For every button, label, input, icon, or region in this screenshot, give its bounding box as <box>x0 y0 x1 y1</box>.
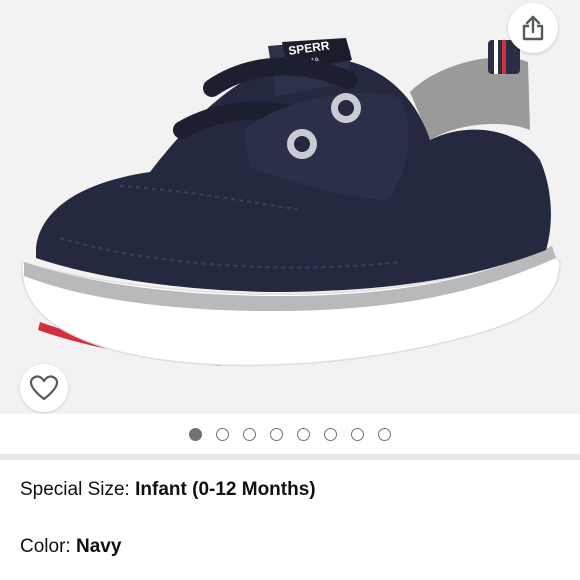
section-divider <box>0 454 580 460</box>
share-icon <box>522 15 544 41</box>
carousel-dot-1[interactable] <box>189 427 202 441</box>
carousel-dot-3[interactable] <box>243 427 256 441</box>
product-image-area[interactable]: SPERR Since 19 <box>0 0 580 414</box>
color-value: Navy <box>75 536 122 557</box>
heel-tab-stripe <box>494 40 498 74</box>
product-image[interactable]: SPERR Since 19 <box>0 0 580 414</box>
size-label: Special Size: <box>20 479 136 500</box>
carousel-dot-6[interactable] <box>324 427 337 441</box>
favorite-button[interactable] <box>20 364 68 412</box>
heart-icon <box>29 375 59 401</box>
image-carousel-dots <box>0 414 580 454</box>
size-value: Infant (0-12 Months) <box>135 479 316 500</box>
size-variation[interactable]: Special Size: Infant (0-12 Months) <box>20 478 316 502</box>
carousel-dot-8[interactable] <box>378 427 391 441</box>
color-label: Color: <box>20 536 76 557</box>
share-button[interactable] <box>508 3 558 53</box>
color-variation[interactable]: Color: Navy <box>20 535 121 559</box>
heel-tab-stripe <box>502 40 506 74</box>
carousel-dot-2[interactable] <box>216 427 229 441</box>
carousel-dot-5[interactable] <box>297 427 310 441</box>
carousel-dot-7[interactable] <box>351 427 364 441</box>
carousel-dot-4[interactable] <box>270 427 283 441</box>
